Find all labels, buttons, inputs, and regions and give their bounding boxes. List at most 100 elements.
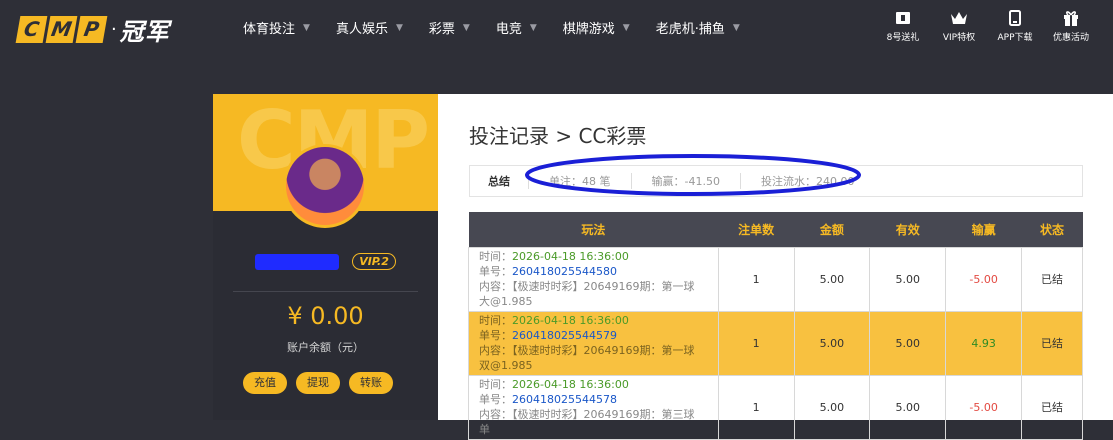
quick-link-promotions[interactable]: 优惠活动 xyxy=(1043,10,1099,43)
chevron-down-icon: ▼ xyxy=(529,22,537,33)
page-title: 投注记录 > CC彩票 xyxy=(469,124,647,148)
account-sidebar: CMP VIP.2 ¥ 0.00 账户余额（元） 充值 提现 转账 xyxy=(213,94,438,420)
nav-label: 老虎机·捕鱼 xyxy=(655,22,725,37)
top-navigation-bar: C M P · 冠军 体育投注 ▼ 真人娱乐 ▼ 彩票 ▼ 电竞 ▼ 棋牌游戏 ▼ 老虎机… xyxy=(0,0,1113,52)
nav-item-lottery[interactable]: 彩票 ▼ xyxy=(429,18,470,37)
logo-letter-c: C xyxy=(15,16,48,43)
username-redacted xyxy=(255,253,340,270)
bet-status: 已结 xyxy=(1021,310,1083,376)
bet-amount: 5.00 xyxy=(793,310,871,376)
quick-links: 8号送礼 VIP特权 APP下载 优惠活动 xyxy=(875,10,1099,43)
table-header: 玩法 注单数 金额 有效 输赢 状态 xyxy=(468,212,1083,247)
valid-amount: 5.00 xyxy=(869,246,947,312)
quick-link-label: 8号送礼 xyxy=(886,33,920,43)
bet-amount: 5.00 xyxy=(793,246,871,312)
bet-detail-cell: 时间：2026-04-18 16:36:00 单号：26041802554458… xyxy=(468,246,719,312)
nav-label: 棋牌游戏 xyxy=(562,22,615,37)
valid-amount: 5.00 xyxy=(869,310,947,376)
gift-icon xyxy=(1064,11,1078,26)
wallet-buttons: 充值 提现 转账 xyxy=(243,372,402,394)
table-row[interactable]: 时间：2026-04-18 16:36:00 单号：26041802554457… xyxy=(468,374,1083,440)
order-number-link[interactable]: 260418025544579 xyxy=(512,329,617,342)
order-label: 单号： xyxy=(479,393,512,406)
gift-ticket-icon xyxy=(896,12,910,24)
quick-link-app[interactable]: APP下载 xyxy=(987,10,1043,43)
bet-detail-cell: 时间：2026-04-18 16:36:00 单号：26041802554457… xyxy=(468,310,719,376)
valid-amount: 5.00 xyxy=(869,374,947,440)
avatar[interactable] xyxy=(283,144,367,228)
order-number-link[interactable]: 260418025544578 xyxy=(512,393,617,406)
crown-icon xyxy=(951,12,967,24)
table-row[interactable]: 时间：2026-04-18 16:36:00 单号：26041802554458… xyxy=(468,246,1083,312)
bet-time: 2026-04-18 16:36:00 xyxy=(512,378,629,391)
cmp-logo[interactable]: C M P · 冠军 xyxy=(15,12,170,47)
nav-label: 电竞 xyxy=(495,22,522,37)
nav-label: 真人娱乐 xyxy=(335,22,388,37)
balance-amount: ¥ 0.00 xyxy=(287,302,364,330)
column-header: 玩法 xyxy=(468,212,719,247)
time-label: 时间： xyxy=(479,314,512,327)
quick-link-vip[interactable]: VIP特权 xyxy=(931,10,987,43)
nav-item-live-casino[interactable]: 真人娱乐 ▼ xyxy=(336,18,403,37)
column-header: 注单数 xyxy=(718,212,794,247)
nav-label: 体育投注 xyxy=(243,22,296,37)
logo-dot: · xyxy=(111,19,117,40)
bet-count: 1 xyxy=(717,246,795,312)
blue-highlight-scribble xyxy=(525,154,861,196)
withdraw-button[interactable]: 提现 xyxy=(296,372,340,394)
balance-label: 账户余额（元） xyxy=(287,341,364,354)
bet-amount: 5.00 xyxy=(793,374,871,440)
quick-link-label: APP下载 xyxy=(997,33,1033,43)
table-row[interactable]: 时间：2026-04-18 16:36:00 单号：26041802554457… xyxy=(468,310,1083,376)
bet-time: 2026-04-18 16:36:00 xyxy=(512,250,629,263)
bet-records-panel: 投注记录 > CC彩票 总结 单注：48 笔 输赢：-41.50 投注流水：24… xyxy=(438,94,1113,440)
nav-item-sports[interactable]: 体育投注 ▼ xyxy=(243,18,310,37)
phone-icon xyxy=(1009,10,1021,26)
nav-item-slots-fishing[interactable]: 老虎机·捕鱼 ▼ xyxy=(656,18,740,37)
deposit-button[interactable]: 充值 xyxy=(243,372,287,394)
order-label: 单号： xyxy=(479,329,512,342)
win-loss: -5.00 xyxy=(945,374,1023,440)
order-number-link[interactable]: 260418025544580 xyxy=(512,265,617,278)
main-nav: 体育投注 ▼ 真人娱乐 ▼ 彩票 ▼ 电竞 ▼ 棋牌游戏 ▼ 老虎机·捕鱼 ▼ xyxy=(243,18,766,37)
nav-item-card-games[interactable]: 棋牌游戏 ▼ xyxy=(563,18,630,37)
order-label: 单号： xyxy=(479,265,512,278)
user-info: VIP.2 xyxy=(213,251,438,270)
bet-detail-cell: 时间：2026-04-18 16:36:00 单号：26041802554457… xyxy=(468,374,719,440)
quick-link-gift-8[interactable]: 8号送礼 xyxy=(875,10,931,43)
quick-link-label: VIP特权 xyxy=(942,33,976,43)
bet-content: 内容：【极速时时彩】20649169期：第一球 双@1.985 xyxy=(479,344,695,372)
win-loss: -5.00 xyxy=(945,246,1023,312)
logo-champion-text: 冠军 xyxy=(119,18,170,46)
column-header: 金额 xyxy=(794,212,870,247)
bet-records-table: 玩法 注单数 金额 有效 输赢 状态 时间：2026-04-18 16:36:0… xyxy=(468,212,1083,440)
quick-link-label: 优惠活动 xyxy=(1052,33,1089,43)
chevron-down-icon: ▼ xyxy=(732,22,740,33)
bet-status: 已结 xyxy=(1021,374,1083,440)
column-header: 状态 xyxy=(1021,212,1083,247)
chevron-down-icon: ▼ xyxy=(395,22,403,33)
bet-time: 2026-04-18 16:36:00 xyxy=(512,314,629,327)
time-label: 时间： xyxy=(479,378,512,391)
bet-count: 1 xyxy=(717,374,795,440)
win-loss: 4.93 xyxy=(945,310,1023,376)
summary-label: 总结 xyxy=(488,175,510,188)
cmp-letters: C M P xyxy=(15,16,108,43)
vip-badge: VIP.2 xyxy=(352,253,396,270)
transfer-button[interactable]: 转账 xyxy=(349,372,393,394)
logo-letter-p: P xyxy=(75,16,108,43)
nav-label: 彩票 xyxy=(428,22,455,37)
bet-count: 1 xyxy=(717,310,795,376)
column-header: 有效 xyxy=(869,212,946,247)
chevron-down-icon: ▼ xyxy=(622,22,630,33)
time-label: 时间： xyxy=(479,250,512,263)
logo-letter-m: M xyxy=(45,16,78,43)
chevron-down-icon: ▼ xyxy=(462,22,470,33)
bet-content: 内容：【极速时时彩】20649169期：第一球 大@1.985 xyxy=(479,280,695,308)
column-header: 输赢 xyxy=(945,212,1022,247)
bet-status: 已结 xyxy=(1021,246,1083,312)
nav-item-esports[interactable]: 电竞 ▼ xyxy=(496,18,537,37)
bet-content: 内容：【极速时时彩】20649169期：第三球 单 xyxy=(479,408,695,436)
divider xyxy=(233,291,418,292)
chevron-down-icon: ▼ xyxy=(303,22,310,33)
